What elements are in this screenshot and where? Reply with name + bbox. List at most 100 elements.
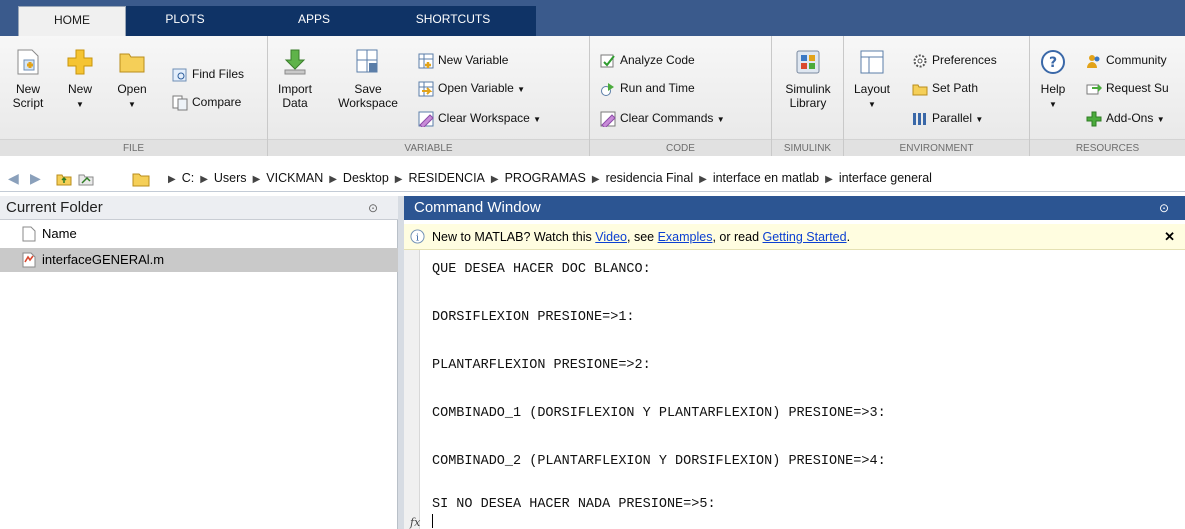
clear-workspace-button[interactable]: Clear Workspace ▼	[418, 108, 541, 128]
breadcrumb-item[interactable]: interface general	[839, 171, 932, 185]
video-link[interactable]: Video	[595, 230, 627, 244]
command-window-title: Command Window ⊙	[404, 196, 1185, 220]
command-gutter	[404, 250, 420, 529]
run-and-time-button[interactable]: Run and Time	[600, 78, 695, 98]
svg-text:?: ?	[1049, 55, 1057, 71]
parallel-button[interactable]: Parallel ▼	[912, 108, 983, 128]
close-icon[interactable]: ✕	[1164, 224, 1175, 250]
simulink-library-button[interactable]: Simulink Library	[778, 48, 838, 110]
breadcrumb: ▶ C: ▶ Users ▶ VICKMAN ▶ Desktop ▶ RESIDENCIA ▶ PRO…	[162, 171, 932, 185]
command-window-title-text: Command Window	[414, 199, 541, 216]
find-files-icon	[172, 68, 187, 82]
simulink-group-label: SIMULINK	[772, 139, 843, 156]
breadcrumb-separator-icon[interactable]: ▶	[329, 174, 337, 185]
find-files-label: Find Files	[192, 67, 245, 81]
new-script-button[interactable]: New Script	[8, 48, 48, 110]
simulink-library-label-2: Library	[789, 96, 827, 110]
tab-apps[interactable]: APPS	[258, 6, 370, 36]
tab-shortcuts[interactable]: SHORTCUTS	[384, 6, 522, 36]
examples-link[interactable]: Examples	[658, 230, 713, 244]
breadcrumb-separator-icon[interactable]: ▶	[395, 174, 403, 185]
help-icon: ?	[1041, 50, 1065, 74]
variable-group-label: VARIABLE	[268, 139, 589, 156]
new-script-label-2: Script	[12, 96, 44, 110]
clear-commands-dropdown-arrow: ▼	[716, 115, 725, 124]
help-button[interactable]: ? Help ▼	[1036, 48, 1070, 112]
analyze-code-button[interactable]: Analyze Code	[600, 50, 695, 70]
breadcrumb-separator-icon[interactable]: ▶	[491, 174, 499, 185]
open-button[interactable]: Open ▼	[112, 48, 152, 112]
environment-group-label: ENVIRONMENT	[844, 139, 1029, 156]
set-path-button[interactable]: Set Path	[912, 78, 978, 98]
new-variable-label: New Variable	[438, 53, 509, 67]
output-line: COMBINADO_2 (PLANTARFLEXION Y DORSIFLEXI…	[432, 454, 886, 469]
gear-icon	[913, 54, 927, 68]
panel-menu-icon[interactable]: ⊙	[368, 196, 378, 220]
preferences-button[interactable]: Preferences	[912, 50, 997, 70]
breadcrumb-item[interactable]: PROGRAMAS	[505, 171, 586, 185]
breadcrumb-item[interactable]: VICKMAN	[266, 171, 323, 185]
find-files-button[interactable]: Find Files	[172, 64, 244, 84]
command-window-menu-icon[interactable]: ⊙	[1159, 196, 1169, 220]
breadcrumb-item[interactable]: residencia Final	[606, 171, 694, 185]
breadcrumb-item[interactable]: C:	[182, 171, 195, 185]
tab-plots[interactable]: PLOTS	[126, 6, 244, 36]
forward-arrow-icon[interactable]: ▶	[30, 170, 41, 187]
add-ons-button[interactable]: Add-Ons ▼	[1086, 108, 1165, 128]
new-script-icon	[17, 49, 39, 75]
breadcrumb-separator-icon[interactable]: ▶	[825, 174, 833, 185]
plus-icon	[67, 49, 93, 75]
browse-folder-icon[interactable]	[78, 171, 94, 187]
clear-commands-button[interactable]: Clear Commands ▼	[600, 108, 725, 128]
breadcrumb-separator-icon[interactable]: ▶	[200, 174, 208, 185]
back-arrow-icon[interactable]: ◀	[8, 170, 19, 187]
file-header-icon	[22, 226, 36, 242]
notice-text-2: , see	[627, 230, 658, 244]
breadcrumb-separator-icon[interactable]: ▶	[168, 174, 176, 185]
open-variable-label: Open Variable	[438, 81, 514, 95]
open-dropdown-arrow: ▼	[128, 100, 136, 109]
name-column-label: Name	[42, 226, 77, 241]
breadcrumb-item[interactable]: interface en matlab	[713, 171, 819, 185]
function-browser-icon[interactable]: fx	[410, 516, 420, 529]
save-workspace-button[interactable]: Save Workspace	[328, 48, 408, 110]
analyze-code-icon	[600, 54, 615, 68]
import-data-button[interactable]: Import Data	[272, 48, 318, 110]
new-button[interactable]: New ▼	[62, 48, 98, 112]
file-row[interactable]: interfaceGENERAl.m	[0, 248, 398, 272]
command-window-body[interactable]	[404, 250, 1185, 529]
help-dropdown-arrow: ▼	[1049, 100, 1057, 109]
run-and-time-icon	[601, 82, 614, 96]
getting-started-link[interactable]: Getting Started	[763, 230, 847, 244]
breadcrumb-separator-icon[interactable]: ▶	[253, 174, 261, 185]
add-ons-dropdown-arrow: ▼	[1156, 115, 1165, 124]
request-support-button[interactable]: Request Su	[1086, 78, 1169, 98]
clear-workspace-icon	[418, 111, 434, 127]
output-line: SI NO DESEA HACER NADA PRESIONE=>5:	[432, 497, 716, 512]
help-label: Help	[1040, 82, 1066, 96]
name-column-header[interactable]: Name	[0, 222, 398, 246]
parallel-label: Parallel	[932, 111, 973, 125]
up-folder-icon[interactable]	[56, 171, 72, 187]
clear-workspace-label: Clear Workspace	[438, 111, 530, 125]
clear-workspace-dropdown-arrow: ▼	[533, 115, 542, 124]
new-variable-button[interactable]: New Variable	[418, 50, 508, 70]
parallel-icon	[913, 112, 926, 125]
breadcrumb-item[interactable]: Users	[214, 171, 247, 185]
community-button[interactable]: Community	[1086, 50, 1167, 70]
breadcrumb-item[interactable]: Desktop	[343, 171, 389, 185]
breadcrumb-item[interactable]: RESIDENCIA	[408, 171, 484, 185]
analyze-code-label: Analyze Code	[620, 53, 695, 67]
notice-text-3: , or read	[712, 230, 763, 244]
compare-button[interactable]: Compare	[172, 92, 241, 112]
open-variable-button[interactable]: Open Variable ▼	[418, 78, 525, 98]
output-line: PLANTARFLEXION PRESIONE=>2:	[432, 358, 651, 373]
command-cursor[interactable]	[432, 514, 433, 528]
tab-home[interactable]: HOME	[18, 6, 126, 37]
breadcrumb-separator-icon[interactable]: ▶	[699, 174, 707, 185]
breadcrumb-separator-icon[interactable]: ▶	[592, 174, 600, 185]
code-group-label: CODE	[590, 139, 771, 156]
environment-group: Layout ▼ Preferences Set Path Parallel ▼ …	[844, 36, 1030, 156]
file-group-label: FILE	[0, 139, 267, 156]
layout-button[interactable]: Layout ▼	[850, 48, 894, 112]
